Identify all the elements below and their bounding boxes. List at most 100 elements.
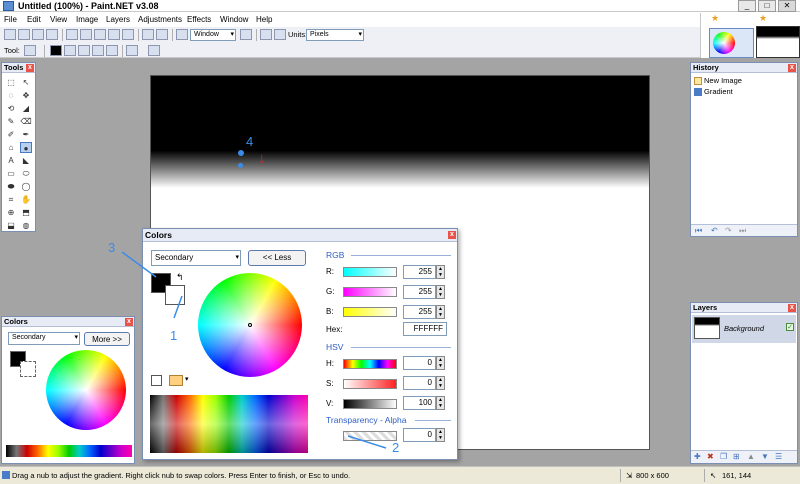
zoom-in-icon[interactable] xyxy=(240,29,252,40)
v-slider[interactable] xyxy=(343,399,397,409)
color-palette[interactable] xyxy=(150,395,308,453)
close-icon[interactable]: x xyxy=(788,64,796,72)
tool-button[interactable]: ⌂ xyxy=(5,142,17,153)
v-spinner[interactable]: ▲ ▼ xyxy=(436,396,445,410)
blend-mode-icon[interactable] xyxy=(148,45,160,56)
menu-layers[interactable]: Layers xyxy=(106,15,130,24)
current-tool-icon[interactable] xyxy=(24,45,36,56)
move-down-icon[interactable]: ▼ xyxy=(761,452,769,461)
menu-help[interactable]: Help xyxy=(256,15,272,24)
tool-button[interactable]: ⊕ xyxy=(5,207,17,218)
menu-file[interactable]: File xyxy=(4,15,17,24)
redo-icon[interactable]: ↷ xyxy=(725,226,732,235)
menu-adjustments[interactable]: Adjustments xyxy=(138,15,182,24)
reflected-gradient-icon[interactable] xyxy=(64,45,76,56)
delete-layer-icon[interactable]: ✖ xyxy=(707,452,714,461)
less-button[interactable]: << Less xyxy=(248,250,306,266)
tool-button[interactable]: ⬒ xyxy=(20,207,32,218)
save-icon[interactable] xyxy=(32,29,44,40)
zoom-out-icon[interactable] xyxy=(176,29,188,40)
h-value[interactable]: 0 xyxy=(403,356,436,370)
colors-mode-combo[interactable]: Secondary ▾ xyxy=(151,250,241,266)
new-icon[interactable] xyxy=(4,29,16,40)
units-combo[interactable]: Pixels ▾ xyxy=(306,29,364,41)
menu-image[interactable]: Image xyxy=(76,15,98,24)
r-spinner[interactable]: ▲ ▼ xyxy=(436,265,445,279)
tool-button[interactable]: ⬭ xyxy=(20,168,32,179)
layer-properties-icon[interactable]: ☰ xyxy=(775,452,782,461)
diamond-gradient-icon[interactable] xyxy=(78,45,90,56)
g-slider[interactable] xyxy=(343,287,397,297)
tool-button[interactable]: ✒ xyxy=(20,129,32,140)
ruler-icon[interactable] xyxy=(274,29,286,40)
tool-button[interactable]: ◍ xyxy=(20,220,32,231)
close-icon[interactable]: x xyxy=(788,304,796,312)
tool-button[interactable]: ◣ xyxy=(20,155,32,166)
tool-button[interactable]: ✎ xyxy=(5,116,17,127)
zoom-combo[interactable]: Window ▾ xyxy=(190,29,236,41)
color-mode-icon[interactable] xyxy=(126,45,138,56)
redo-icon[interactable] xyxy=(156,29,168,40)
canvas-thumbnail[interactable] xyxy=(756,26,800,58)
h-spinner[interactable]: ▲ ▼ xyxy=(436,356,445,370)
colors-small-mode-combo[interactable]: Secondary ▾ xyxy=(8,332,80,345)
close-icon[interactable]: x xyxy=(448,231,456,239)
gradient-nub-start[interactable] xyxy=(238,150,244,156)
alpha-value[interactable]: 0 xyxy=(403,428,436,442)
r-value[interactable]: 255 xyxy=(403,265,436,279)
alpha-spinner[interactable]: ▲ ▼ xyxy=(436,428,445,442)
secondary-color-swatch[interactable] xyxy=(165,285,185,305)
colors-thumbnail[interactable] xyxy=(709,28,754,58)
alpha-slider[interactable] xyxy=(343,431,397,441)
history-item[interactable]: Gradient xyxy=(694,87,733,97)
menu-view[interactable]: View xyxy=(50,15,67,24)
r-slider[interactable] xyxy=(343,267,397,277)
maximize-button[interactable]: □ xyxy=(758,0,776,12)
swap-colors-icon[interactable]: ↰ xyxy=(176,272,184,283)
g-value[interactable]: 255 xyxy=(403,285,436,299)
move-up-icon[interactable]: ▲ xyxy=(747,452,755,461)
print-icon[interactable] xyxy=(46,29,58,40)
secondary-color-swatch[interactable] xyxy=(20,361,36,377)
menu-window[interactable]: Window xyxy=(220,15,248,24)
tool-button[interactable]: ◢ xyxy=(20,103,32,114)
color-palette[interactable] xyxy=(6,445,132,457)
gradient-nub-end[interactable] xyxy=(238,163,243,168)
g-spinner[interactable]: ▲ ▼ xyxy=(436,285,445,299)
menu-edit[interactable]: Edit xyxy=(27,15,41,24)
b-spinner[interactable]: ▲ ▼ xyxy=(436,305,445,319)
more-button[interactable]: More >> xyxy=(84,332,130,346)
tool-button[interactable]: ✋ xyxy=(20,194,32,205)
merge-layer-icon[interactable]: ⊞ xyxy=(733,452,740,461)
tool-button[interactable]: ✥ xyxy=(20,90,32,101)
layer-row[interactable]: Background ✓ xyxy=(692,315,796,343)
fast-forward-icon[interactable]: ⏭ xyxy=(739,226,746,236)
tool-button[interactable]: ↖ xyxy=(20,77,32,88)
s-spinner[interactable]: ▲ ▼ xyxy=(436,376,445,390)
deselect-icon[interactable] xyxy=(122,29,134,40)
tool-button[interactable]: ▭ xyxy=(5,168,17,179)
s-value[interactable]: 0 xyxy=(403,376,436,390)
radial-gradient-icon[interactable] xyxy=(92,45,104,56)
add-color-icon[interactable] xyxy=(151,375,162,386)
undo-icon[interactable] xyxy=(142,29,154,40)
crop-icon[interactable] xyxy=(108,29,120,40)
close-icon[interactable]: x xyxy=(26,64,34,72)
copy-icon[interactable] xyxy=(80,29,92,40)
v-value[interactable]: 100 xyxy=(403,396,436,410)
tool-button[interactable]: ✐ xyxy=(5,129,17,140)
tool-button[interactable]: ⌫ xyxy=(20,116,32,127)
h-slider[interactable] xyxy=(343,359,397,369)
b-slider[interactable] xyxy=(343,307,397,317)
tool-button[interactable]: ⬬ xyxy=(5,181,17,192)
open-icon[interactable] xyxy=(18,29,30,40)
minimize-button[interactable]: _ xyxy=(738,0,756,12)
tool-button[interactable]: ⌗ xyxy=(5,194,17,205)
close-button[interactable]: ✕ xyxy=(778,0,796,12)
paste-icon[interactable] xyxy=(94,29,106,40)
chevron-down-icon[interactable]: ▾ xyxy=(185,375,189,383)
rewind-icon[interactable]: ⏮ xyxy=(695,226,702,236)
tool-button[interactable]: A xyxy=(5,155,17,166)
cut-icon[interactable] xyxy=(66,29,78,40)
conical-gradient-icon[interactable] xyxy=(106,45,118,56)
